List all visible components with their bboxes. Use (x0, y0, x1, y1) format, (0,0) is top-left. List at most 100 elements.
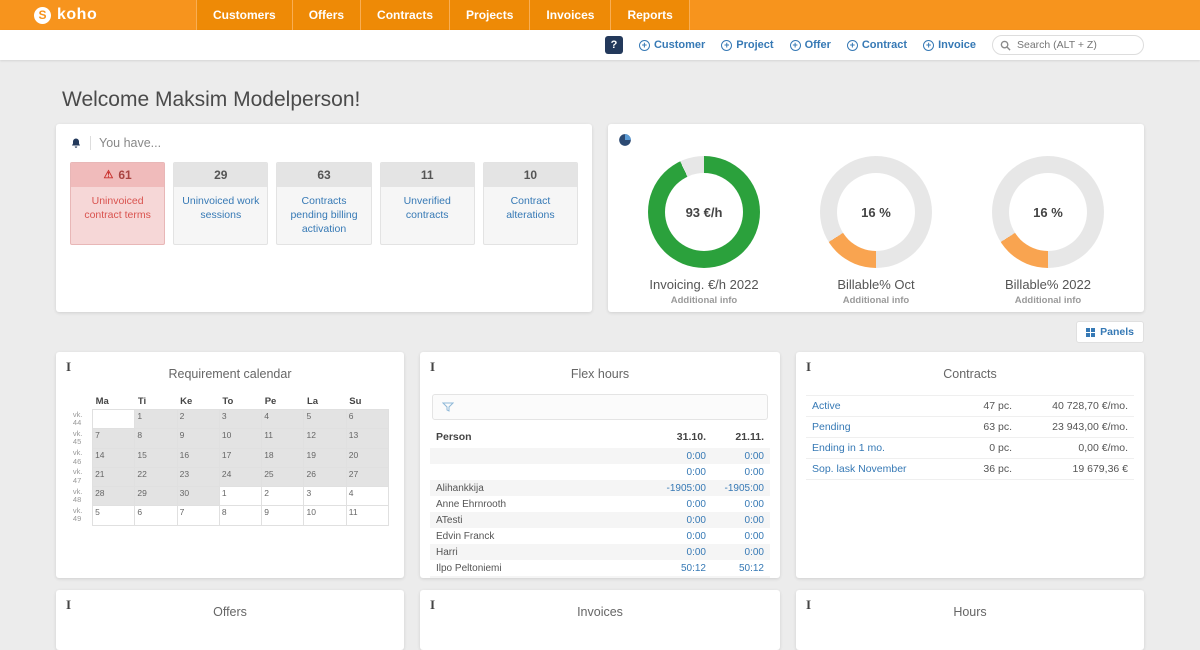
calendar-day-cell[interactable]: 8 (219, 506, 261, 525)
flex-col2-header: 21.11. (712, 428, 770, 448)
drag-handle-icon[interactable]: I (806, 598, 811, 611)
calendar-day-cell[interactable]: 10 (304, 506, 346, 525)
calendar-day-cell[interactable]: 6 (135, 506, 177, 525)
calendar-day-cell[interactable]: 19 (304, 448, 346, 467)
calendar-day-cell[interactable]: 27 (346, 467, 388, 486)
contract-category-link[interactable]: Ending in 1 mo. (806, 438, 946, 459)
calendar-day-cell[interactable]: 18 (262, 448, 304, 467)
flex-value[interactable]: 0:00 (712, 496, 770, 512)
calendar-day-cell[interactable]: 10 (219, 429, 261, 448)
flex-value[interactable]: 0:00 (712, 512, 770, 528)
calendar-day-cell[interactable]: 11 (346, 506, 388, 525)
flex-filter-bar[interactable] (432, 394, 768, 420)
calendar-day-cell[interactable]: 26 (304, 467, 346, 486)
nav-item-reports[interactable]: Reports (611, 0, 689, 30)
nav-item-offers[interactable]: Offers (293, 0, 361, 30)
quick-add-contract[interactable]: +Contract (847, 39, 907, 51)
calendar-day-cell[interactable]: 2 (262, 487, 304, 506)
koho-logo[interactable]: S koho (0, 0, 196, 30)
nav-item-projects[interactable]: Projects (450, 0, 530, 30)
calendar-day-cell[interactable]: 2 (177, 410, 219, 429)
drag-handle-icon[interactable]: I (66, 360, 71, 373)
dashboard-content: Welcome Maksim Modelperson! You have... … (0, 88, 1200, 650)
drag-handle-icon[interactable]: I (806, 360, 811, 373)
plus-circle-icon: + (790, 40, 801, 51)
search-box[interactable] (992, 35, 1144, 55)
flex-value[interactable]: 0:00 (712, 464, 770, 480)
help-button[interactable]: ? (605, 36, 623, 54)
calendar-day-cell[interactable]: 28 (93, 487, 135, 506)
calendar-day-cell[interactable]: 15 (135, 448, 177, 467)
nav-item-invoices[interactable]: Invoices (530, 0, 611, 30)
nav-item-customers[interactable]: Customers (196, 0, 293, 30)
flex-value[interactable]: 0:00 (712, 544, 770, 560)
calendar-day-cell[interactable]: 30 (177, 487, 219, 506)
calendar-day-cell[interactable]: 9 (262, 506, 304, 525)
calendar-day-cell[interactable]: 16 (177, 448, 219, 467)
quick-add-invoice[interactable]: +Invoice (923, 39, 976, 51)
flex-value[interactable]: 0:00 (654, 464, 712, 480)
flex-value[interactable]: 50:12 (712, 560, 770, 576)
calendar-day-cell[interactable]: 21 (93, 467, 135, 486)
search-input[interactable] (992, 35, 1144, 55)
flex-value[interactable]: 0:00 (712, 576, 770, 578)
calendar-day-cell[interactable]: 22 (135, 467, 177, 486)
flex-value[interactable]: 0:00 (654, 576, 712, 578)
calendar-day-cell[interactable]: 7 (93, 429, 135, 448)
quick-add-offer[interactable]: +Offer (790, 39, 831, 51)
calendar-day-cell[interactable]: 1 (219, 487, 261, 506)
flex-value[interactable]: 0:00 (712, 528, 770, 544)
calendar-day-cell[interactable]: 3 (304, 487, 346, 506)
panel-title: Invoices (577, 605, 623, 619)
calendar-day-cell[interactable]: 13 (346, 429, 388, 448)
calendar-day-cell[interactable]: 11 (262, 429, 304, 448)
calendar-day-cell[interactable]: 25 (262, 467, 304, 486)
person-name: Harri (430, 544, 654, 560)
drag-handle-icon[interactable]: I (66, 598, 71, 611)
panels-button[interactable]: Panels (1076, 321, 1144, 343)
flex-value[interactable]: 0:00 (654, 448, 712, 464)
calendar-day-cell[interactable]: 1 (135, 410, 177, 429)
flex-value[interactable]: 50:12 (654, 560, 712, 576)
stat-uninvoiced-contract-terms[interactable]: ⚠61Uninvoiced contract terms (70, 162, 165, 245)
calendar-day-cell[interactable] (93, 410, 135, 429)
calendar-day-cell[interactable]: 5 (304, 410, 346, 429)
quick-add-project[interactable]: +Project (721, 39, 773, 51)
flex-value[interactable]: 0:00 (654, 528, 712, 544)
stat-contract-alterations[interactable]: 10Contract alterations (483, 162, 578, 245)
calendar-day-cell[interactable]: 6 (346, 410, 388, 429)
calendar-day-cell[interactable]: 5 (93, 506, 135, 525)
quick-add-customer[interactable]: +Customer (639, 39, 705, 51)
flex-value[interactable]: -1905:00 (654, 480, 712, 496)
drag-handle-icon[interactable]: I (430, 360, 435, 373)
calendar-day-cell[interactable]: 8 (135, 429, 177, 448)
flex-value[interactable]: 0:00 (654, 512, 712, 528)
calendar-day-cell[interactable]: 20 (346, 448, 388, 467)
stat-uninvoiced-work-sessions[interactable]: 29Uninvoiced work sessions (173, 162, 268, 245)
drag-handle-icon[interactable]: I (430, 598, 435, 611)
panel-title: Offers (213, 605, 247, 619)
stat-unverified-contracts[interactable]: 11Unverified contracts (380, 162, 475, 245)
contract-category-link[interactable]: Active (806, 396, 946, 417)
nav-item-contracts[interactable]: Contracts (361, 0, 450, 30)
calendar-day-cell[interactable]: 9 (177, 429, 219, 448)
calendar-day-cell[interactable]: 14 (93, 448, 135, 467)
flex-value[interactable]: 0:00 (712, 448, 770, 464)
contract-category-link[interactable]: Pending (806, 417, 946, 438)
contract-category-link[interactable]: Sop. lask November (806, 459, 946, 480)
calendar-day-cell[interactable]: 23 (177, 467, 219, 486)
flex-value[interactable]: 0:00 (654, 496, 712, 512)
calendar-day-cell[interactable]: 4 (262, 410, 304, 429)
calendar-day-cell[interactable]: 29 (135, 487, 177, 506)
flex-value[interactable]: -1905:00 (712, 480, 770, 496)
calendar-day-cell[interactable]: 3 (219, 410, 261, 429)
calendar-day-cell[interactable]: 17 (219, 448, 261, 467)
week-number: vk. 44 (71, 410, 93, 429)
flex-value[interactable]: 0:00 (654, 544, 712, 560)
calendar-day-cell[interactable]: 24 (219, 467, 261, 486)
person-name: ATesti (430, 512, 654, 528)
calendar-day-cell[interactable]: 7 (177, 506, 219, 525)
stat-contracts-pending-billing-activation[interactable]: 63Contracts pending billing activation (276, 162, 371, 245)
calendar-day-cell[interactable]: 12 (304, 429, 346, 448)
calendar-day-cell[interactable]: 4 (346, 487, 388, 506)
